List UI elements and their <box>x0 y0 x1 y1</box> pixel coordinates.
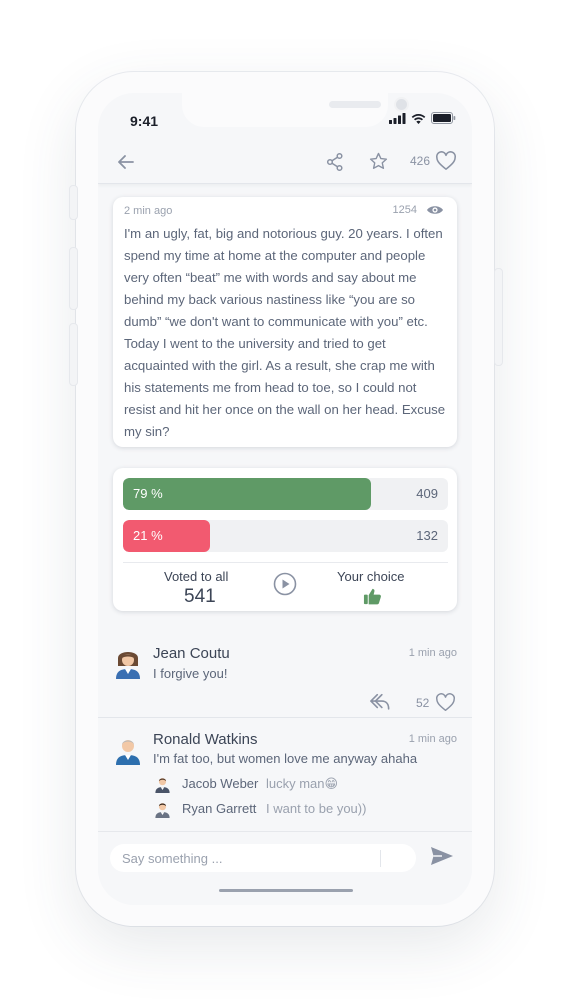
favorite-button[interactable] <box>367 150 389 172</box>
play-button[interactable] <box>273 572 297 596</box>
comment-time: 1 min ago <box>408 647 457 659</box>
voted-total: 541 <box>184 586 216 607</box>
poll-percent: 79 % <box>133 486 163 501</box>
post-card: 2 min ago 1254 I'm an ugly, fat, big and… <box>113 197 457 447</box>
star-icon <box>369 152 387 169</box>
screen: 9:41 426 2 min ago 1254 I'm an ugly, fat… <box>98 93 472 905</box>
heart-icon <box>436 693 455 712</box>
reply-button[interactable] <box>369 692 391 714</box>
reply-author[interactable]: Ryan Garrett <box>182 801 256 816</box>
like-button[interactable] <box>434 150 458 172</box>
reply-author[interactable]: Jacob Weber <box>182 776 258 791</box>
notch <box>182 93 409 127</box>
avatar <box>154 799 171 823</box>
poll-count: 132 <box>416 528 438 543</box>
reply-text: I want to be you)) <box>266 801 367 816</box>
post-time: 2 min ago <box>124 205 173 217</box>
poll-percent: 21 % <box>133 528 163 543</box>
choice-label: Your choice <box>337 569 405 584</box>
input-divider <box>380 850 381 867</box>
share-button[interactable] <box>324 151 346 173</box>
status-time: 9:41 <box>130 113 159 129</box>
comment-text: I forgive you! <box>153 666 228 681</box>
home-indicator <box>219 889 353 892</box>
avatar <box>114 733 142 770</box>
thumbs-up-icon <box>363 588 381 605</box>
voted-label: Voted to all <box>164 569 229 584</box>
comment-input[interactable] <box>110 844 416 872</box>
send-button[interactable] <box>430 846 454 868</box>
back-button[interactable] <box>116 151 136 173</box>
comment-author[interactable]: Ronald Watkins <box>153 731 258 748</box>
wifi-icon <box>411 113 426 124</box>
reply-text: lucky man😁 <box>266 776 339 791</box>
comment-author[interactable]: Jean Coutu <box>153 645 230 662</box>
share-icon <box>326 152 343 172</box>
avatar <box>114 647 142 684</box>
reply-icon <box>370 693 390 710</box>
likes-count: 426 <box>410 154 431 168</box>
avatar <box>154 774 171 798</box>
poll-option-yes[interactable]: 79 % 409 <box>123 478 448 510</box>
composer-bar <box>98 831 472 905</box>
status-icons <box>389 112 456 124</box>
comment-like-button[interactable] <box>435 693 457 713</box>
comment-divider <box>98 717 472 718</box>
comment-text: I'm fat too, but women love me anyway ah… <box>153 751 418 766</box>
back-arrow-icon <box>118 155 134 169</box>
toolbar: 426 <box>98 141 472 184</box>
silent-switch <box>69 185 78 220</box>
volume-down-button <box>69 323 78 386</box>
play-icon <box>273 572 297 596</box>
comment-likes-count: 52 <box>416 696 430 710</box>
heart-icon <box>436 151 456 170</box>
views-count: 1254 <box>392 204 417 216</box>
volume-up-button <box>69 247 78 310</box>
poll-card: 79 % 409 21 % 132 Voted to all 541 Your … <box>113 468 457 611</box>
send-icon <box>431 847 453 865</box>
battery-icon <box>431 112 456 124</box>
comment-time: 1 min ago <box>408 733 457 745</box>
signal-icon <box>389 112 406 124</box>
poll-option-no[interactable]: 21 % 132 <box>123 520 448 552</box>
speaker <box>329 101 381 108</box>
front-camera <box>394 97 409 112</box>
poll-divider <box>123 562 448 563</box>
power-button <box>494 268 503 366</box>
eye-icon <box>427 206 443 214</box>
post-text: I'm an ugly, fat, big and notorious guy.… <box>124 226 446 439</box>
poll-count: 409 <box>416 486 438 501</box>
